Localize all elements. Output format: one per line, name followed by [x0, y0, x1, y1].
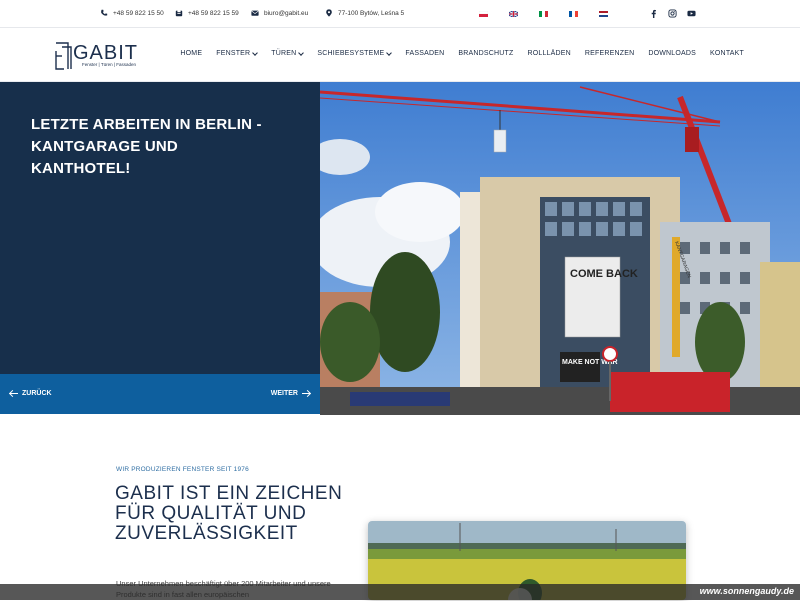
- chevron-down-icon: [298, 49, 305, 56]
- main-navigation: GABIT Fenster | Türen | Fassaden HOME FE…: [0, 28, 800, 82]
- address-text: 77-100 Bytów, Leśna 5: [338, 9, 405, 17]
- menu-label: REFERENZEN: [584, 50, 635, 57]
- facebook-icon[interactable]: [649, 9, 658, 18]
- watermark-bar: www.sonnengaudy.de: [0, 584, 800, 600]
- chevron-down-icon: [386, 49, 393, 56]
- fax-link[interactable]: +48 59 822 15 59: [175, 9, 239, 17]
- fax-icon: [175, 9, 183, 17]
- slider-controls: ZURÜCK WEITER: [0, 374, 320, 414]
- menu-label: FASSADEN: [405, 50, 445, 57]
- menu-label: ROLLLÄDEN: [527, 50, 571, 57]
- menu-item-fenster[interactable]: FENSTER: [216, 49, 259, 57]
- section-eyebrow: WIR PRODUZIEREN FENSTER SEIT 1976: [116, 466, 249, 473]
- menu-item-fassaden[interactable]: FASSADEN: [405, 50, 444, 57]
- email-link[interactable]: biuro@gabit.eu: [251, 9, 308, 17]
- phone1-text: +48 59 822 15 50: [113, 9, 164, 17]
- phone-icon: [101, 9, 108, 16]
- envelope-icon: [251, 10, 259, 16]
- menu-label: BRANDSCHUTZ: [458, 50, 514, 57]
- address-link[interactable]: 77-100 Bytów, Leśna 5: [325, 9, 404, 17]
- menu-bar: HOME FENSTER TÜREN SCHIEBESYSTEME FASSAD…: [180, 49, 744, 57]
- menu-item-kontakt[interactable]: KONTAKT: [710, 50, 744, 57]
- menu-item-home[interactable]: HOME: [180, 50, 202, 57]
- menu-item-schiebesysteme[interactable]: SCHIEBESYSTEME: [317, 49, 393, 57]
- menu-item-referenzen[interactable]: REFERENZEN: [585, 50, 634, 57]
- arrow-left-icon: [10, 393, 18, 394]
- instagram-icon[interactable]: [668, 9, 677, 18]
- watermark-text: www.sonnengaudy.de: [699, 586, 794, 596]
- email-text: biuro@gabit.eu: [264, 9, 309, 17]
- topbar: +48 59 822 15 50 +48 59 822 15 59 biuro@…: [0, 0, 800, 28]
- arrow-right-icon: [302, 393, 310, 394]
- menu-label: TÜREN: [271, 50, 297, 57]
- flag-pl-icon[interactable]: [479, 11, 488, 17]
- flag-fr-icon[interactable]: [569, 11, 578, 17]
- hero-image: COME BACK MAKE NOT WAR KANTGARAGEN: [320, 82, 800, 415]
- menu-item-rolllaeden[interactable]: ROLLLÄDEN: [527, 50, 570, 57]
- location-pin-icon: [326, 9, 332, 17]
- flag-nl-icon[interactable]: [599, 11, 608, 17]
- menu-label: KONTAKT: [710, 50, 744, 57]
- prev-slide-button[interactable]: ZURÜCK: [10, 390, 52, 397]
- next-slide-button[interactable]: WEITER: [271, 390, 310, 397]
- banner-text: COME BACK: [570, 268, 638, 280]
- menu-label: DOWNLOADS: [648, 50, 697, 57]
- flag-en-icon[interactable]: [509, 11, 518, 17]
- chevron-down-icon: [252, 49, 259, 56]
- phone1-link[interactable]: +48 59 822 15 50: [100, 9, 164, 17]
- next-label: WEITER: [270, 390, 298, 397]
- logo-tagline: Fenster | Türen | Fassaden: [82, 62, 137, 67]
- menu-label: SCHIEBESYSTEME: [317, 50, 385, 57]
- menu-item-downloads[interactable]: DOWNLOADS: [648, 50, 696, 57]
- phone2-text: +48 59 822 15 59: [188, 9, 239, 17]
- menu-item-brandschutz[interactable]: BRANDSCHUTZ: [458, 50, 513, 57]
- menu-item-tueren[interactable]: TÜREN: [271, 49, 305, 57]
- hero-title: LETZTE ARBEITEN IN BERLIN - KANTGARAGE U…: [31, 116, 262, 177]
- flag-it-icon[interactable]: [539, 11, 548, 17]
- social-links: [649, 9, 696, 18]
- prev-label: ZURÜCK: [22, 390, 52, 397]
- youtube-icon[interactable]: [687, 9, 696, 18]
- menu-label: HOME: [180, 50, 203, 57]
- menu-label: FENSTER: [216, 50, 251, 57]
- language-switcher: [479, 11, 608, 17]
- section-headline: GABIT IST EIN ZEICHEN FÜR QUALITÄT UND Z…: [115, 483, 343, 545]
